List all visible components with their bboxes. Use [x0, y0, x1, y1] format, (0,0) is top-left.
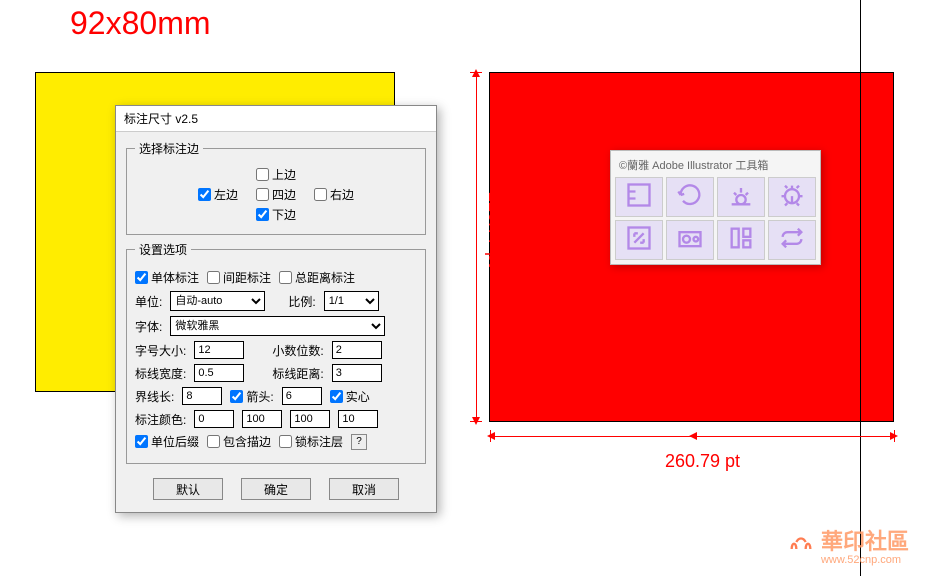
single-checkbox[interactable] [135, 271, 148, 284]
top-edge-checkbox[interactable] [256, 168, 269, 181]
fontsize-label: 字号大小: [135, 342, 186, 359]
resize-icon [625, 224, 653, 257]
arrow-input[interactable] [282, 387, 322, 405]
right-edge-checkbox[interactable] [314, 188, 327, 201]
horizontal-dimension: 260.79 pt [490, 430, 895, 442]
font-select[interactable]: 微软雅黑 [170, 316, 385, 336]
decimal-input[interactable] [332, 341, 382, 359]
color-m-input[interactable] [242, 410, 282, 428]
linedist-label: 标线距离: [272, 365, 323, 382]
bug-icon [778, 181, 806, 214]
bug-tool-button[interactable] [768, 177, 816, 217]
total-checkbox[interactable] [279, 271, 292, 284]
repeat-tool-button[interactable] [768, 220, 816, 260]
rotate-tool-button[interactable] [666, 177, 714, 217]
guide-line [860, 0, 861, 576]
toolbox-title: ©蘭雅 Adobe Illustrator 工具箱 [615, 155, 816, 177]
horizontal-dim-value: 260.79 pt [665, 451, 740, 472]
dialog-title: 标注尺寸 v2.5 [116, 106, 436, 132]
linewidth-input[interactable] [194, 364, 244, 382]
edge-legend: 选择标注边 [135, 140, 203, 157]
solid-checkbox[interactable] [330, 390, 343, 403]
all-edge-checkbox[interactable] [256, 188, 269, 201]
boundary-input[interactable] [182, 387, 222, 405]
font-label: 字体: [135, 318, 162, 335]
color-label: 标注颜色: [135, 411, 186, 428]
vertical-dim-value: 226.77 pt [484, 192, 505, 267]
lock-checkbox[interactable] [279, 435, 292, 448]
boundary-label: 界线长: [135, 388, 174, 405]
color-y-input[interactable] [290, 410, 330, 428]
vertical-dimension: 226.77 pt [470, 72, 482, 422]
stroke-checkbox[interactable] [207, 435, 220, 448]
decimal-label: 小数位数: [272, 342, 323, 359]
rotate-icon [676, 181, 704, 214]
unit-label: 单位: [135, 293, 162, 310]
camera-tool-button[interactable] [666, 220, 714, 260]
default-button[interactable]: 默认 [153, 478, 223, 500]
suffix-checkbox[interactable] [135, 435, 148, 448]
ruler-tool-button[interactable] [615, 177, 663, 217]
fontsize-input[interactable] [194, 341, 244, 359]
repeat-icon [778, 224, 806, 257]
color-k-input[interactable] [338, 410, 378, 428]
color-c-input[interactable] [194, 410, 234, 428]
logo-icon [787, 530, 815, 560]
help-button[interactable]: ? [351, 434, 367, 450]
arrow-checkbox[interactable] [230, 390, 243, 403]
layout-tool-button[interactable] [717, 220, 765, 260]
watermark: 華印社區 www.52cnp.com [787, 524, 909, 566]
ratio-select[interactable]: 1/1 [324, 291, 379, 311]
cancel-button[interactable]: 取消 [329, 478, 399, 500]
bottom-edge-checkbox[interactable] [256, 208, 269, 221]
camera-icon [676, 224, 704, 257]
linedist-input[interactable] [332, 364, 382, 382]
options-group: 设置选项 单体标注 间距标注 总距离标注 单位: 自动-auto 比例: 1/1… [126, 241, 426, 464]
size-annotation: 92x80mm [70, 5, 211, 42]
layout-icon [727, 224, 755, 257]
ratio-label: 比例: [288, 293, 315, 310]
ruler-icon [625, 181, 653, 214]
edge-selection-group: 选择标注边 上边 左边 四边 右边 下边 [126, 140, 426, 235]
dimension-dialog: 标注尺寸 v2.5 选择标注边 上边 左边 四边 右边 下边 设置选项 单体标注… [115, 105, 437, 513]
sunrise-icon [727, 181, 755, 214]
watermark-text: 華印社區 [821, 529, 909, 554]
resize-tool-button[interactable] [615, 220, 663, 260]
options-legend: 设置选项 [135, 241, 191, 258]
toolbox-panel: ©蘭雅 Adobe Illustrator 工具箱 [610, 150, 821, 265]
left-edge-checkbox[interactable] [198, 188, 211, 201]
linewidth-label: 标线宽度: [135, 365, 186, 382]
watermark-url: www.52cnp.com [821, 554, 909, 566]
ok-button[interactable]: 确定 [241, 478, 311, 500]
unit-select[interactable]: 自动-auto [170, 291, 265, 311]
spacing-checkbox[interactable] [207, 271, 220, 284]
sunrise-tool-button[interactable] [717, 177, 765, 217]
